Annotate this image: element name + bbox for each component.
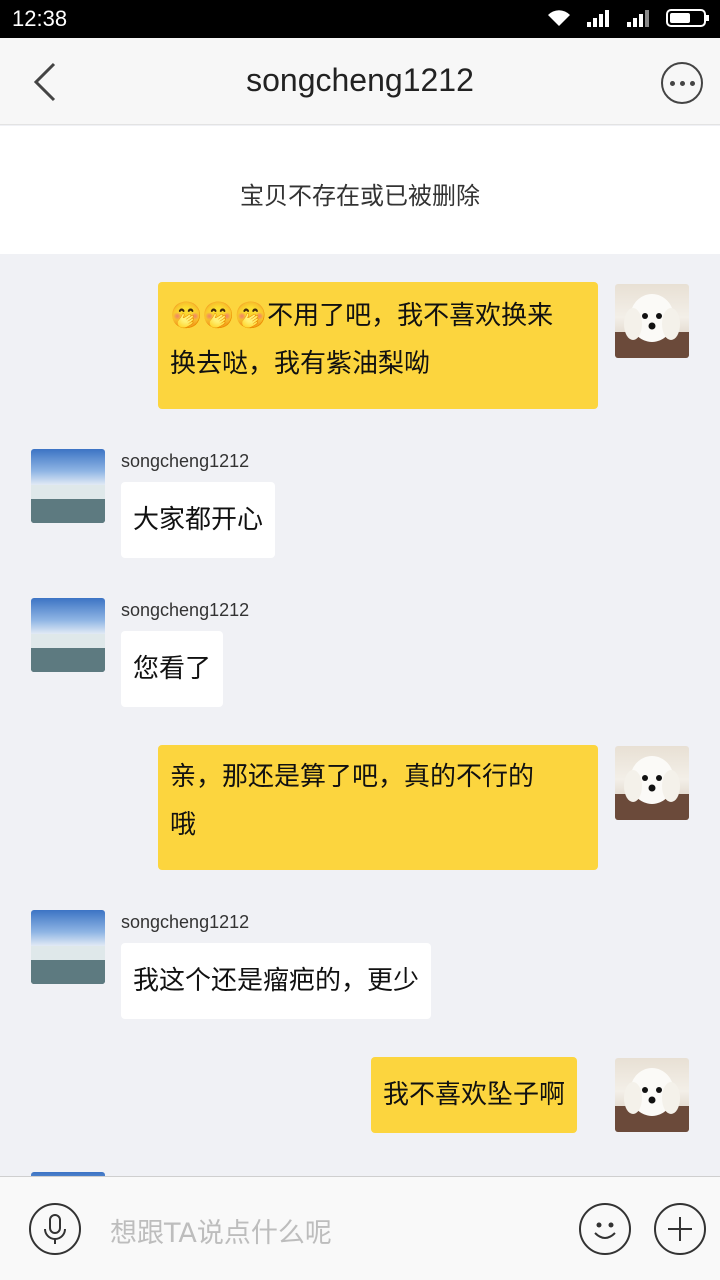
input-bar: 想跟TA说点什么呢 [0,1176,720,1280]
waterfall-avatar-icon [31,946,105,984]
more-button[interactable] [661,62,703,104]
more-dot-icon [689,80,695,86]
message-text: 我不喜欢坠子啊 [383,1080,566,1110]
battery-icon [666,9,709,27]
contact-message-bubble[interactable]: 大家都开心 [121,482,276,558]
message-text-line: 哦 [170,810,197,840]
sender-name: songcheng1212 [121,451,250,471]
contact-avatar[interactable] [31,449,105,523]
voice-button[interactable] [29,1203,81,1255]
wifi-icon [548,10,570,26]
message-text: 大家都开心 [133,505,264,535]
contact-avatar[interactable] [31,598,105,672]
waterfall-avatar-icon [31,485,105,523]
message-text-line: 换去哒，我有紫油梨呦 [170,349,431,379]
message-text-line: 亲，那还是算了吧，真的不行的 [170,762,535,792]
dog-avatar-icon [615,294,689,358]
chat-area[interactable]: 🤭🤭🤭不用了吧，我不喜欢换来 换去哒，我有紫油梨呦 songcheng1212 … [0,254,720,1176]
contact-message-bubble[interactable]: 我这个还是瘤疤的，更少 [121,943,432,1019]
message-text-line: 🤭🤭🤭不用了吧，我不喜欢换来 [170,301,554,331]
nav-bar: songcheng1212 [0,38,720,125]
sender-name: songcheng1212 [121,600,250,620]
more-dot-icon [669,80,675,86]
message-text: 我这个还是瘤疤的，更少 [133,966,420,996]
my-avatar[interactable] [615,746,689,820]
notice-text: 宝贝不存在或已被删除 [240,182,480,210]
my-message-bubble[interactable]: 我不喜欢坠子啊 [371,1057,578,1133]
status-bar: 12:38 [0,0,720,38]
message-text: 您看了 [133,654,212,684]
message-input[interactable]: 想跟TA说点什么呢 [110,1211,332,1250]
status-icons [546,8,710,28]
dog-avatar-icon [615,1068,689,1132]
microphone-icon [44,1214,66,1244]
my-avatar[interactable] [615,1058,689,1132]
my-message-bubble[interactable]: 🤭🤭🤭不用了吧，我不喜欢换来 换去哒，我有紫油梨呦 [158,282,598,409]
status-time: 12:38 [12,6,68,31]
page-title: songcheng1212 [246,62,474,98]
item-notice: 宝贝不存在或已被删除 [0,126,720,254]
contact-message-bubble[interactable]: 您看了 [121,631,224,707]
sender-name: songcheng1212 [121,912,250,932]
dog-avatar-icon [615,756,689,820]
signal-icon-2 [627,10,649,27]
my-message-bubble[interactable]: 亲，那还是算了吧，真的不行的 哦 [158,745,598,870]
my-avatar[interactable] [615,284,689,358]
plus-icon [668,1217,692,1241]
contact-avatar[interactable] [31,910,105,984]
signal-icon [587,10,609,27]
emoji-button[interactable] [579,1203,631,1255]
more-dot-icon [679,80,685,86]
waterfall-avatar-icon [31,634,105,672]
smiley-icon [594,1222,616,1239]
add-button[interactable] [654,1203,706,1255]
